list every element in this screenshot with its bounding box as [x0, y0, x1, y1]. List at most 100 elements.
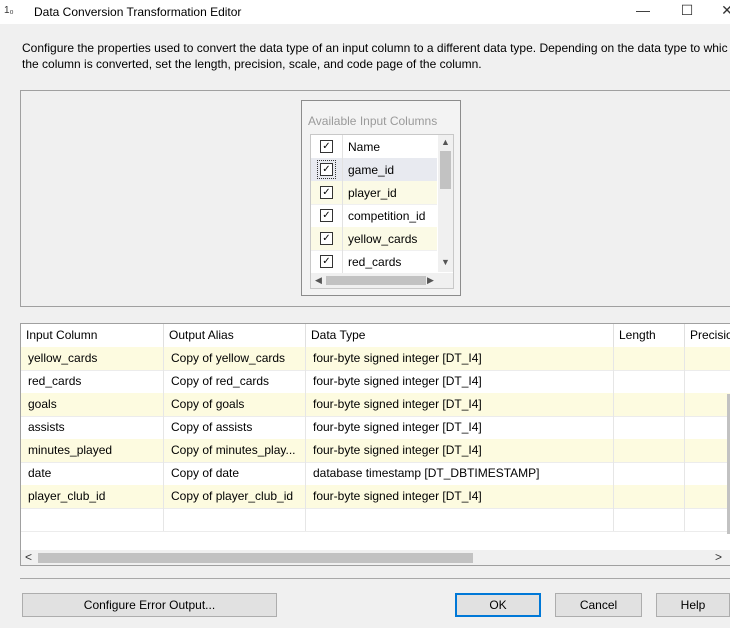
precision-cell[interactable]	[685, 485, 730, 508]
table-row-empty[interactable]	[21, 508, 730, 532]
data-type-cell[interactable]: four-byte signed integer [DT_I4]	[306, 393, 614, 416]
column-item-red-cards[interactable]: ✓ red_cards	[311, 250, 437, 274]
input-column-cell[interactable]	[21, 508, 164, 531]
precision-cell[interactable]	[685, 508, 730, 531]
length-cell[interactable]	[614, 462, 685, 485]
precision-cell[interactable]	[685, 462, 730, 485]
data-type-cell[interactable]: four-byte signed integer [DT_I4]	[306, 439, 614, 462]
length-cell[interactable]	[614, 393, 685, 416]
length-cell[interactable]	[614, 416, 685, 439]
scroll-down-icon[interactable]: ▼	[438, 257, 453, 267]
column-item-player-id[interactable]: ✓ player_id	[311, 181, 437, 205]
data-type-cell[interactable]: four-byte signed integer [DT_I4]	[306, 485, 614, 508]
name-header: Name	[348, 140, 381, 154]
grid-header: Input Column Output Alias Data Type Leng…	[21, 324, 730, 348]
data-type-cell[interactable]: four-byte signed integer [DT_I4]	[306, 347, 614, 370]
table-row[interactable]: minutes_played Copy of minutes_play... f…	[21, 439, 730, 463]
header-output-alias[interactable]: Output Alias	[164, 324, 306, 347]
columns-horizontal-scrollbar[interactable]: ◀ ▶	[311, 273, 453, 288]
description-line-1: Configure the properties used to convert…	[22, 41, 728, 55]
checkbox-competition-id[interactable]: ✓	[320, 209, 333, 222]
footer-separator	[20, 578, 730, 579]
scroll-left-icon[interactable]: ◀	[311, 275, 326, 286]
output-alias-cell[interactable]: Copy of player_club_id	[164, 485, 306, 508]
table-row[interactable]: yellow_cards Copy of yellow_cards four-b…	[21, 347, 730, 371]
maximize-icon[interactable]: ☐	[672, 2, 702, 22]
title-bar: 1₀ Data Conversion Transformation Editor…	[0, 0, 730, 24]
configure-error-output-button[interactable]: Configure Error Output...	[22, 593, 277, 617]
header-input-column[interactable]: Input Column	[21, 324, 164, 347]
columns-scroll-thumb[interactable]	[440, 151, 451, 189]
column-item-game-id[interactable]: ✓ game_id	[311, 158, 437, 182]
available-input-columns-box: Available Input Columns ✓ Name ✓ game_id…	[301, 100, 461, 296]
grid-hscroll-thumb[interactable]	[38, 553, 473, 563]
table-row[interactable]: date Copy of date database timestamp [DT…	[21, 462, 730, 486]
columns-hscroll-thumb[interactable]	[326, 276, 426, 285]
scroll-right-icon[interactable]: ▶	[423, 275, 438, 286]
precision-cell[interactable]	[685, 347, 730, 370]
grid-horizontal-scrollbar[interactable]: < >	[21, 550, 730, 565]
input-column-cell[interactable]: red_cards	[21, 370, 164, 393]
input-column-cell[interactable]: date	[21, 462, 164, 485]
header-precision[interactable]: Precisio	[685, 324, 730, 347]
input-column-cell[interactable]: goals	[21, 393, 164, 416]
precision-cell[interactable]	[685, 393, 730, 416]
precision-cell[interactable]	[685, 439, 730, 462]
table-row[interactable]: goals Copy of goals four-byte signed int…	[21, 393, 730, 417]
length-cell[interactable]	[614, 347, 685, 370]
length-cell[interactable]	[614, 508, 685, 531]
checkbox-game-id[interactable]: ✓	[317, 160, 336, 179]
ok-button[interactable]: OK	[455, 593, 541, 617]
scroll-right-icon[interactable]: >	[715, 550, 722, 564]
window-title: Data Conversion Transformation Editor	[34, 5, 242, 19]
table-row[interactable]: red_cards Copy of red_cards four-byte si…	[21, 370, 730, 394]
table-row[interactable]: player_club_id Copy of player_club_id fo…	[21, 485, 730, 509]
data-type-cell[interactable]: four-byte signed integer [DT_I4]	[306, 416, 614, 439]
checkbox-yellow-cards[interactable]: ✓	[320, 232, 333, 245]
app-icon: 1₀	[4, 5, 14, 16]
description-line-2: the column is converted, set the length,…	[22, 57, 482, 71]
close-icon[interactable]: ✕	[712, 2, 730, 22]
header-data-type[interactable]: Data Type	[306, 324, 614, 347]
column-label: yellow_cards	[348, 232, 418, 246]
output-alias-cell[interactable]: Copy of date	[164, 462, 306, 485]
cancel-button[interactable]: Cancel	[555, 593, 642, 617]
input-column-cell[interactable]: yellow_cards	[21, 347, 164, 370]
select-all-checkbox[interactable]: ✓	[320, 140, 333, 153]
output-alias-cell[interactable]: Copy of assists	[164, 416, 306, 439]
column-item-competition-id[interactable]: ✓ competition_id	[311, 204, 437, 228]
checkbox-player-id[interactable]: ✓	[320, 186, 333, 199]
available-columns-title: Available Input Columns	[308, 114, 438, 128]
length-cell[interactable]	[614, 439, 685, 462]
output-alias-cell[interactable]	[164, 508, 306, 531]
table-row[interactable]: assists Copy of assists four-byte signed…	[21, 416, 730, 440]
length-cell[interactable]	[614, 370, 685, 393]
output-alias-cell[interactable]: Copy of minutes_play...	[164, 439, 306, 462]
output-alias-cell[interactable]: Copy of red_cards	[164, 370, 306, 393]
length-cell[interactable]	[614, 485, 685, 508]
scroll-up-icon[interactable]: ▲	[438, 137, 453, 147]
data-type-cell[interactable]: database timestamp [DT_DBTIMESTAMP]	[306, 462, 614, 485]
precision-cell[interactable]	[685, 370, 730, 393]
column-label: competition_id	[348, 209, 426, 223]
help-button[interactable]: Help	[656, 593, 730, 617]
precision-cell[interactable]	[685, 416, 730, 439]
columns-header-row: ✓ Name	[311, 135, 437, 159]
input-column-cell[interactable]: assists	[21, 416, 164, 439]
data-type-cell[interactable]	[306, 508, 614, 531]
output-alias-cell[interactable]: Copy of yellow_cards	[164, 347, 306, 370]
column-label: game_id	[348, 163, 395, 177]
column-label: red_cards	[348, 255, 402, 269]
header-length[interactable]: Length	[614, 324, 685, 347]
minimize-icon[interactable]: —	[628, 2, 658, 22]
data-type-cell[interactable]: four-byte signed integer [DT_I4]	[306, 370, 614, 393]
scroll-left-icon[interactable]: <	[25, 550, 32, 564]
available-columns-list[interactable]: ✓ Name ✓ game_id ✓ player_id ✓ competiti…	[310, 134, 454, 289]
input-column-cell[interactable]: minutes_played	[21, 439, 164, 462]
input-column-cell[interactable]: player_club_id	[21, 485, 164, 508]
checkbox-red-cards[interactable]: ✓	[320, 255, 333, 268]
output-alias-cell[interactable]: Copy of goals	[164, 393, 306, 416]
columns-vertical-scrollbar[interactable]: ▲ ▼	[438, 135, 453, 272]
column-item-yellow-cards[interactable]: ✓ yellow_cards	[311, 227, 437, 251]
column-label: player_id	[348, 186, 397, 200]
